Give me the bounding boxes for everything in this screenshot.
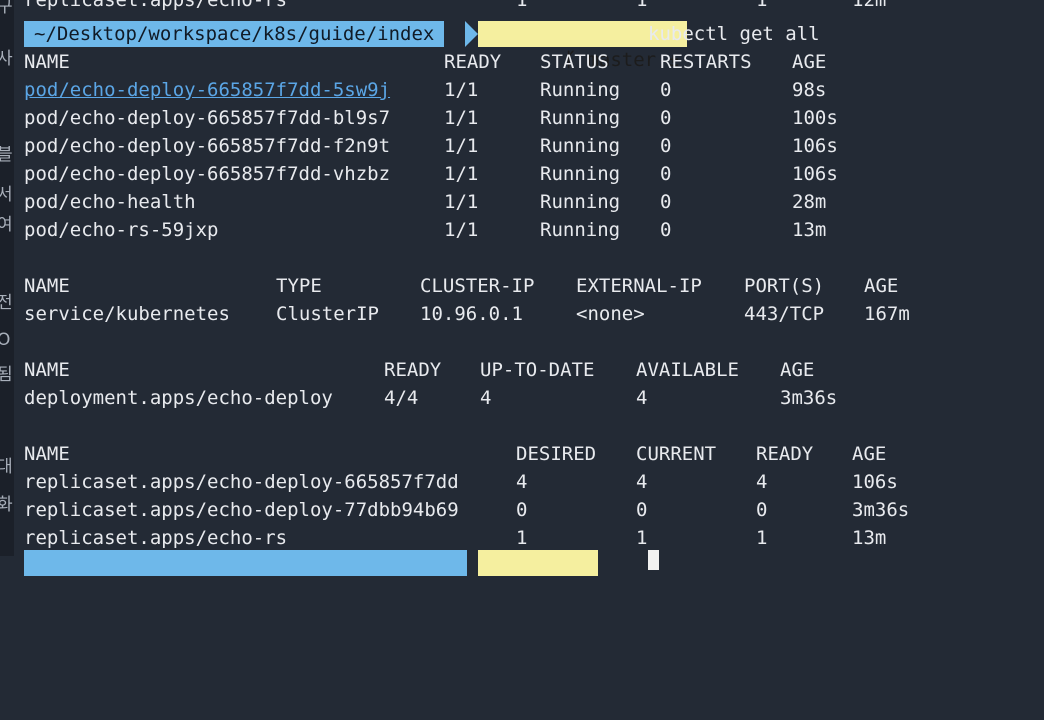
table-row: pod/echo-health 1/1 Running 0 28m xyxy=(24,191,827,213)
pod-name-link[interactable]: pod/echo-deploy-665857f7dd-5sw9j xyxy=(24,76,390,104)
table-row: deployment.apps/echo-deploy 4/4 4 4 3m36… xyxy=(24,387,838,409)
services-header: NAME TYPE CLUSTER-IP EXTERNAL-IP PORT(S)… xyxy=(24,275,899,297)
side-glyph: 대 xyxy=(0,457,13,477)
table-row: pod/echo-deploy-665857f7dd-5sw9j 1/1 Run… xyxy=(24,76,826,104)
side-glyph: 됨 xyxy=(0,365,13,385)
table-row: replicaset.apps/echo-rs 1 1 1 13m xyxy=(24,527,887,549)
table-row: pod/echo-deploy-665857f7dd-f2n9t 1/1 Run… xyxy=(24,135,838,157)
prompt-separator-icon xyxy=(623,21,636,47)
partial-replicaset-row: replicaset.apps/echo-rs 1 1 1 12m xyxy=(24,0,887,11)
table-row: replicaset.apps/echo-deploy-77dbb94b69 0… xyxy=(24,499,910,521)
side-glyph: 구 xyxy=(0,0,13,17)
table-row: pod/echo-rs-59jxp 1/1 Running 0 13m xyxy=(24,219,827,241)
replicasets-header: NAME DESIRED CURRENT READY AGE xyxy=(24,443,887,465)
side-glyph: O xyxy=(0,330,11,350)
table-row: service/kubernetes ClusterIP 10.96.0.1 <… xyxy=(24,303,910,325)
table-row: pod/echo-deploy-665857f7dd-vhzbz 1/1 Run… xyxy=(24,163,838,185)
next-prompt xyxy=(0,550,1044,578)
prompt-path: ~/Desktop/workspace/k8s/guide/index xyxy=(24,21,445,47)
shell-prompt: ~/Desktop/workspace/k8s/guide/index ᚴ ma… xyxy=(0,21,1044,71)
text-cursor xyxy=(648,550,659,570)
pods-header: NAME READY STATUS RESTARTS AGE xyxy=(24,51,827,73)
terminal-output[interactable]: replicaset.apps/echo-rs 1 1 1 12m ~/Desk… xyxy=(24,0,1044,576)
side-glyph: 화 xyxy=(0,495,13,515)
prompt-separator-icon xyxy=(465,21,478,47)
prompt-path-bar xyxy=(24,550,467,576)
table-row: replicaset.apps/echo-deploy-665857f7dd 4… xyxy=(24,471,898,493)
table-row: pod/echo-deploy-665857f7dd-bl9s7 1/1 Run… xyxy=(24,107,838,129)
side-glyph: 전 xyxy=(0,293,13,313)
prompt-git-bar xyxy=(478,550,598,576)
deployments-header: NAME READY UP-TO-DATE AVAILABLE AGE xyxy=(24,359,815,381)
prompt-command: kubectl get all xyxy=(648,23,820,45)
